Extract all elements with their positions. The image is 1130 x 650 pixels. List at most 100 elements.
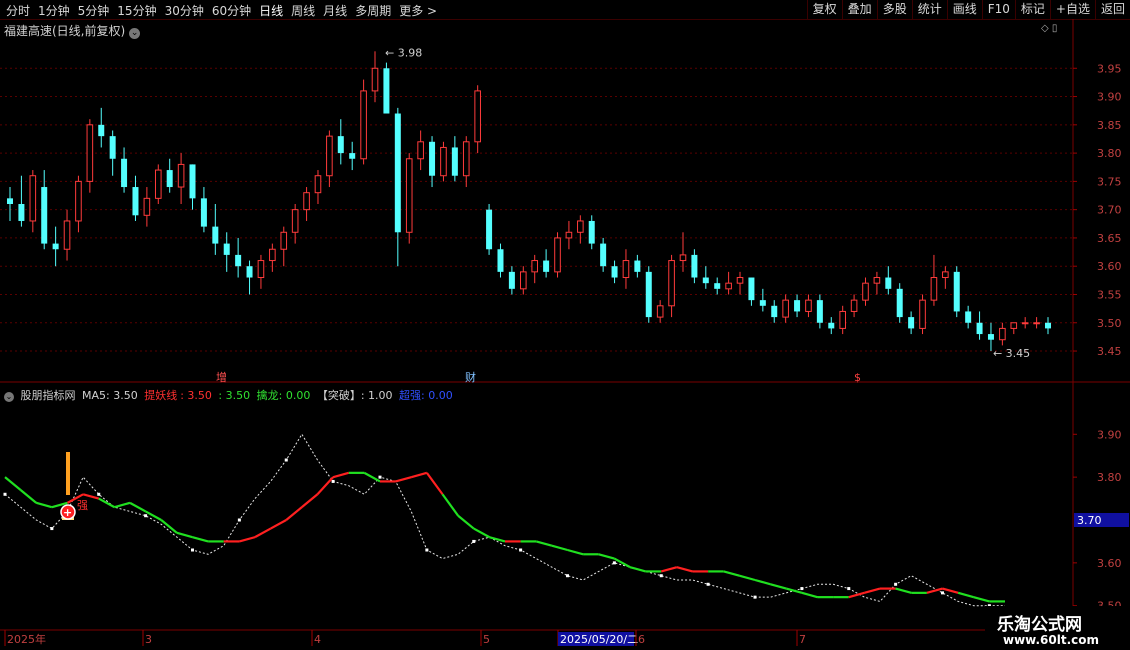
candle-body-up xyxy=(440,146,447,177)
ma-line-segment xyxy=(129,501,147,513)
date-tick-label: 2025年 xyxy=(7,632,46,646)
date-tick-label: 7 xyxy=(799,633,806,646)
price-dot xyxy=(847,587,851,591)
candle-body-down xyxy=(588,220,595,244)
candle-body-up xyxy=(326,135,333,177)
qiang-value: 超强: 0.00 xyxy=(399,389,453,402)
signal-bar xyxy=(66,452,70,495)
candle-body-down xyxy=(953,271,960,312)
chart-canvas[interactable]: 3.95 3.90 3.85 3.80 3.75 3.70 3.65 3.60 3.55 3.50… xyxy=(0,0,1130,650)
candle-body-down xyxy=(611,266,618,278)
candle-body-down xyxy=(41,187,48,244)
candle-body-down xyxy=(634,260,641,272)
price-tick-label: 3.70 xyxy=(1097,204,1122,217)
ma-line-segment xyxy=(567,548,584,556)
candle-body-up xyxy=(303,192,310,211)
ma-line-segment xyxy=(192,536,209,543)
price-tick-label: 3.75 xyxy=(1097,175,1122,188)
candle-body-up xyxy=(873,277,881,284)
ma-line-segment xyxy=(723,570,740,577)
ma-line-segment xyxy=(270,519,287,530)
candle-body-up xyxy=(656,305,664,318)
candle-body-down xyxy=(794,300,801,312)
ma-line-segment xyxy=(629,566,646,573)
price-dot xyxy=(612,561,616,565)
price-dot xyxy=(144,514,148,518)
candle-body-up xyxy=(577,220,584,233)
candle-body-up xyxy=(930,277,938,301)
price-dot xyxy=(331,479,335,483)
candle-body-down xyxy=(109,136,116,159)
candle-body-up xyxy=(474,90,481,143)
candle-body-down xyxy=(771,305,778,318)
ma-line-segment xyxy=(19,489,37,504)
candle-body-up xyxy=(257,260,265,279)
ma-line-segment xyxy=(489,536,506,543)
candle-body-down xyxy=(235,254,242,267)
candle-body-down xyxy=(429,141,436,176)
price-dot xyxy=(378,475,382,479)
candle-body-up xyxy=(314,175,322,194)
ma-line-segment xyxy=(160,519,178,534)
candle-body-down xyxy=(759,300,766,306)
candle-body-down xyxy=(508,271,515,289)
ind-tick-label: 3.60 xyxy=(1097,557,1122,570)
candle-body-up xyxy=(725,282,732,290)
ma-line-segment xyxy=(316,476,334,496)
tyx-value: : 3.50 xyxy=(180,389,212,402)
ma-line-segment xyxy=(770,583,787,590)
logo-line2: www.60lt.com xyxy=(1003,633,1100,647)
candle-body-down xyxy=(714,283,721,289)
price-dot xyxy=(566,574,569,578)
price-dot xyxy=(425,548,429,552)
candle-body-down xyxy=(132,187,139,216)
logo-line1: 乐淘公式网 xyxy=(997,615,1082,635)
candle-body-up xyxy=(782,299,789,318)
ma-line-segment xyxy=(82,493,100,500)
candle-body-down xyxy=(645,271,652,318)
ma-line-segment xyxy=(660,566,678,573)
date-tick-label: 4 xyxy=(314,633,321,646)
ma-line-segment xyxy=(535,540,553,547)
ind-tick-label: 3.80 xyxy=(1097,471,1122,484)
price-dot xyxy=(237,518,241,522)
price-tick-label: 3.80 xyxy=(1097,147,1122,160)
candle-body-down xyxy=(976,322,983,335)
candle-body-down xyxy=(828,322,835,329)
candle-body-up xyxy=(679,254,687,262)
candle-body-up xyxy=(291,209,299,233)
ma-line-segment xyxy=(301,493,319,508)
ma-line-segment xyxy=(739,574,756,582)
selected-date-label: 2025/05/20/二 xyxy=(560,633,638,646)
candle-body-down xyxy=(18,204,25,221)
price-dotted-line xyxy=(4,433,1005,607)
candle-body-down xyxy=(166,170,173,188)
ma-line-segment xyxy=(801,591,818,599)
candle-body-down xyxy=(98,124,105,137)
candle-body-up xyxy=(554,237,561,273)
candle-body-up xyxy=(417,141,424,160)
ind-tick-label: 3.90 xyxy=(1097,428,1122,441)
candle-body-down xyxy=(748,277,755,301)
candle-body-down xyxy=(702,277,709,284)
candle-body-up xyxy=(1033,322,1040,325)
price-dot xyxy=(97,492,101,496)
candle-body-down xyxy=(189,164,196,199)
ma-line-segment xyxy=(551,544,568,552)
candle-body-up xyxy=(850,299,858,312)
price-dot xyxy=(753,595,757,599)
candle-body-down xyxy=(200,198,207,227)
ma-line-segment xyxy=(114,501,131,509)
ma-line-segment xyxy=(285,506,303,521)
signal-label: 强 xyxy=(77,499,88,512)
candle-body-down xyxy=(543,260,550,272)
marker-zeng: 增 xyxy=(216,370,227,384)
price-dot xyxy=(3,492,7,496)
ma-line-segment xyxy=(4,476,22,491)
candle-body-down xyxy=(246,266,253,278)
chevron-down-icon[interactable]: ⌄ xyxy=(4,392,14,402)
price-dot xyxy=(659,574,663,578)
price-dot xyxy=(894,582,898,586)
ma-line-segment xyxy=(176,531,193,539)
ma-line-segment xyxy=(957,591,975,599)
